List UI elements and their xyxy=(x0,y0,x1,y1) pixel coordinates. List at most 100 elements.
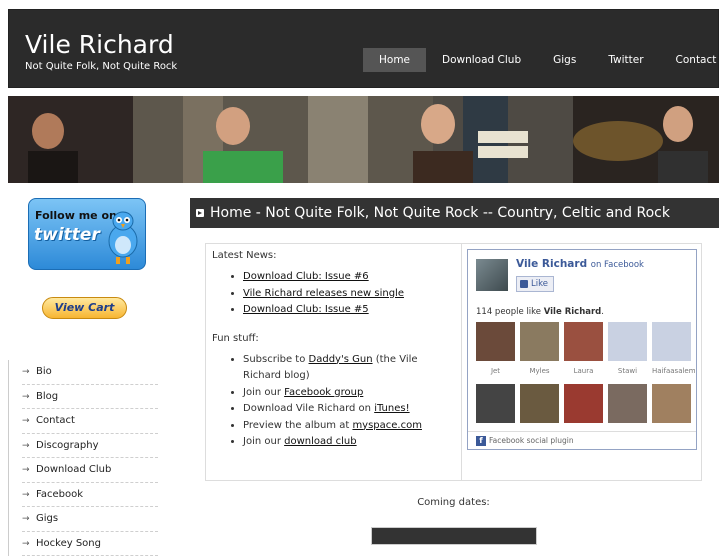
fan-name: Haifaasalem xyxy=(652,367,691,375)
avatar xyxy=(520,384,559,423)
facebook-page-avatar[interactable] xyxy=(476,259,508,291)
news-link[interactable]: Download Club: Issue #6 xyxy=(243,271,369,282)
facebook-fan[interactable]: Laura xyxy=(564,322,603,375)
list-item: Preview the album at myspace.com xyxy=(243,418,455,435)
fan-name: Jet xyxy=(476,367,515,375)
facebook-fan[interactable] xyxy=(520,384,559,429)
latest-news-label: Latest News: xyxy=(212,250,455,261)
coming-dates-label: Coming dates: xyxy=(205,497,702,508)
thumbs-up-icon xyxy=(520,280,528,288)
list-item: Join our download club xyxy=(243,434,455,451)
fan-count-text: 114 people like xyxy=(476,307,544,317)
sidebar-item-gigs[interactable]: → Gigs xyxy=(22,507,158,532)
sidebar-item-label: Gigs xyxy=(36,513,58,524)
fun-text: Download Vile Richard on xyxy=(243,403,374,414)
avatar xyxy=(520,322,559,361)
view-cart-button[interactable]: View Cart xyxy=(42,297,127,319)
site-tagline: Not Quite Folk, Not Quite Rock xyxy=(25,61,177,72)
nav-contact-us[interactable]: Contact Us xyxy=(660,48,727,72)
avatar xyxy=(564,384,603,423)
facebook-fan[interactable] xyxy=(564,384,603,429)
fun-stuff-label: Fun stuff: xyxy=(212,333,455,344)
list-item: Vile Richard releases new single xyxy=(243,286,455,303)
sidebar-item-blog[interactable]: → Blog xyxy=(22,385,158,410)
itunes-link[interactable]: iTunes! xyxy=(374,403,409,414)
facebook-like-box: Vile Richard on Facebook Like 114 people… xyxy=(467,249,697,450)
sidebar-item-facebook[interactable]: → Facebook xyxy=(22,483,158,508)
news-column: Latest News: Download Club: Issue #6 Vil… xyxy=(206,244,462,480)
sidebar-item-bio[interactable]: →Bio xyxy=(22,360,158,385)
daddys-gun-link[interactable]: Daddy's Gun xyxy=(309,354,373,365)
twitter-follow-badge[interactable]: Follow me on twitter xyxy=(28,198,146,270)
facebook-fan[interactable] xyxy=(476,384,515,429)
sidebar-item-label: Download Club xyxy=(36,464,111,475)
content-box: Latest News: Download Club: Issue #6 Vil… xyxy=(205,243,702,481)
sidebar-item-label: Bio xyxy=(36,366,52,377)
fun-text: Subscribe to xyxy=(243,354,309,365)
nav-gigs[interactable]: Gigs xyxy=(537,48,592,72)
facebook-fan[interactable]: Jet xyxy=(476,322,515,375)
avatar xyxy=(608,322,647,361)
arrow-right-icon: → xyxy=(22,434,30,458)
main-nav: Home Download Club Gigs Twitter Contact … xyxy=(363,48,727,72)
list-item: Download Club: Issue #6 xyxy=(243,269,455,286)
list-item: Download Club: Issue #5 xyxy=(243,302,455,319)
plugin-label: Facebook social plugin xyxy=(489,436,574,445)
on-facebook-text: on Facebook xyxy=(591,260,644,270)
facebook-social-plugin[interactable]: fFacebook social plugin xyxy=(476,436,574,446)
news-link[interactable]: Vile Richard releases new single xyxy=(243,288,404,299)
facebook-fan[interactable] xyxy=(652,384,691,429)
page-title: Home - Not Quite Folk, Not Quite Rock --… xyxy=(190,198,719,228)
gig-dates-widget[interactable] xyxy=(371,527,537,545)
fun-text: Preview the album at xyxy=(243,420,352,431)
fan-name: Myles xyxy=(520,367,559,375)
facebook-page-name[interactable]: Vile Richard on Facebook xyxy=(516,258,644,270)
sidebar-item-contact[interactable]: →Contact xyxy=(22,409,158,434)
fan-count-end: . xyxy=(601,307,604,317)
arrow-right-icon: → xyxy=(22,385,30,409)
twitter-bird-icon xyxy=(99,207,146,267)
fan-name: Stawi xyxy=(608,367,647,375)
nav-home[interactable]: Home xyxy=(363,48,426,72)
list-item: Subscribe to Daddy's Gun (the Vile Richa… xyxy=(243,352,455,385)
sidebar-item-hockey-song[interactable]: → Hockey Song xyxy=(22,532,158,556)
page-title-text: Home - Not Quite Folk, Not Quite Rock --… xyxy=(210,205,670,221)
facebook-fan-count: 114 people like Vile Richard. xyxy=(476,307,604,317)
fan-name: Laura xyxy=(564,367,603,375)
news-link[interactable]: Download Club: Issue #5 xyxy=(243,304,369,315)
facebook-group-link[interactable]: Facebook group xyxy=(284,387,363,398)
like-label: Like xyxy=(531,279,548,289)
sidebar-item-label: Discography xyxy=(36,440,99,451)
arrow-right-icon: → xyxy=(22,409,30,433)
nav-download-club[interactable]: Download Club xyxy=(426,48,537,72)
avatar xyxy=(476,322,515,361)
facebook-fan[interactable]: Myles xyxy=(520,322,559,375)
arrow-right-icon: → xyxy=(22,458,30,482)
sidebar-item-discography[interactable]: → Discography xyxy=(22,434,158,459)
facebook-fan[interactable]: Haifaasalem xyxy=(652,322,691,375)
sidebar-item-label: Hockey Song xyxy=(36,538,101,549)
fun-list: Subscribe to Daddy's Gun (the Vile Richa… xyxy=(243,352,455,451)
sidebar-item-label: Blog xyxy=(36,391,58,402)
list-item: Download Vile Richard on iTunes! xyxy=(243,401,455,418)
sidebar-item-label: Facebook xyxy=(36,489,83,500)
site-title[interactable]: Vile Richard xyxy=(25,30,174,59)
site-header: Vile Richard Not Quite Folk, Not Quite R… xyxy=(8,9,719,88)
fun-text: Join our xyxy=(243,387,284,398)
twitter-badge-line2: twitter xyxy=(34,225,100,245)
nav-twitter[interactable]: Twitter xyxy=(592,48,659,72)
myspace-link[interactable]: myspace.com xyxy=(352,420,422,431)
arrow-right-icon: → xyxy=(22,507,30,531)
download-club-link[interactable]: download club xyxy=(284,436,357,447)
avatar xyxy=(652,384,691,423)
avatar xyxy=(652,322,691,361)
list-item: Join our Facebook group xyxy=(243,385,455,402)
avatar xyxy=(564,322,603,361)
arrow-right-icon: → xyxy=(22,532,30,556)
sidebar-item-download-club[interactable]: → Download Club xyxy=(22,458,158,483)
facebook-fan[interactable]: Stawi xyxy=(608,322,647,375)
facebook-like-button[interactable]: Like xyxy=(516,276,554,292)
sidebar-nav: →Bio →Blog →Contact →Discography →Downlo… xyxy=(8,360,158,556)
facebook-fan[interactable] xyxy=(608,384,647,429)
arrow-right-icon: → xyxy=(22,483,30,507)
